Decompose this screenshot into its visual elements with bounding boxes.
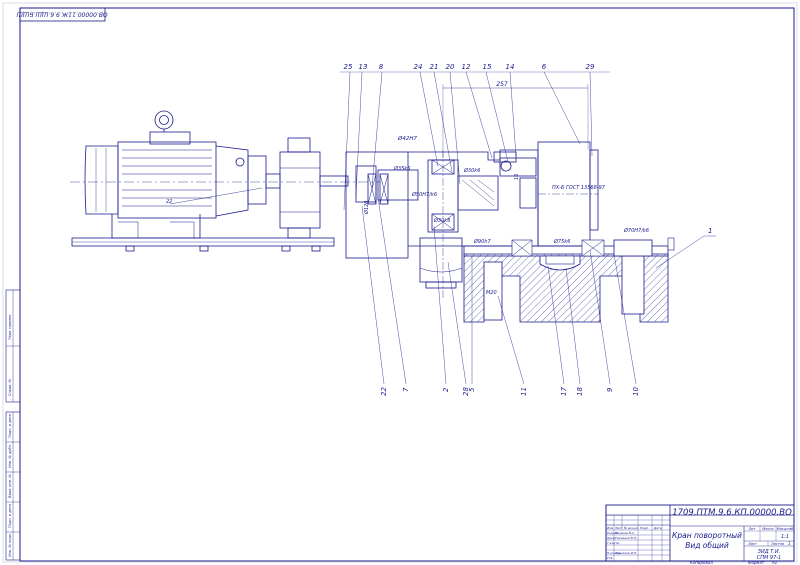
row-sign: Подп. [640, 526, 649, 530]
sheet-frame [2, 2, 798, 563]
sheets-value: 1 [788, 541, 791, 546]
role-tcontrol: Т.контр. [607, 541, 620, 545]
pos-24: 24 [414, 63, 423, 71]
col-mass: Масса [762, 527, 773, 531]
row-sheet: Лист [614, 526, 623, 530]
row-change: Изм [607, 526, 614, 530]
row-doc: № докум. [623, 526, 639, 530]
pos-12: 12 [462, 63, 471, 71]
row-date: Дата [653, 526, 662, 530]
strip-podp-data: Подп. и дата [8, 414, 12, 438]
pos-29: 29 [586, 63, 595, 71]
dim-90h7: Ø90h7 [473, 238, 491, 245]
drawing-number: 1709.ПТМ.9.6.КП.00000.ВО [672, 508, 792, 518]
dim-30k6-top: Ø30k6 [463, 167, 480, 174]
top-stamp-code: ОВ.00000.11Ж.9.6.ЩШ.БЩШ [16, 11, 108, 18]
sheet-label: Лист [747, 542, 758, 546]
footer-format-value: А1 [771, 560, 777, 565]
dim-42h7: Ø42H7 [397, 135, 417, 142]
sheets-label: Листов [770, 542, 784, 546]
pos-10: 10 [632, 387, 640, 396]
col-lit: Лит [748, 527, 757, 531]
strip-sprav: Справ. № [8, 379, 12, 396]
top-stamp: ОВ.00000.11Ж.9.6.ЩШ.БЩШ [16, 7, 108, 22]
dim-22: 22 [166, 199, 172, 205]
dim-50: Ø50H7/k6 [411, 191, 437, 198]
ncontrol-name: Завьялов И.Н. [615, 551, 637, 555]
pos-18: 18 [576, 387, 584, 396]
strip-perv: Перв. примен. [8, 314, 12, 340]
pos-21: 21 [430, 63, 439, 71]
dim-257-label: 257 [496, 81, 508, 88]
pos-25: 25 [344, 63, 353, 71]
drawing-title-1: Кран поворотный [672, 531, 742, 540]
pos-11: 11 [520, 387, 528, 396]
pos-22: 22 [380, 387, 388, 396]
strip-inv-dubl: Инв. № дубл. [8, 444, 12, 468]
dim-35k6: Ø35k6 [393, 165, 410, 172]
left-side-strip: Перв. примен. Справ. № Подп. и дата Инв.… [5, 289, 21, 561]
drawing-title-2: Вид общий [685, 541, 729, 550]
motor-assembly [71, 110, 349, 252]
check-name: Ткаченко В.Н. [615, 536, 637, 540]
footer-copied: Копировал [690, 560, 713, 565]
footer-format: Формат [748, 560, 765, 565]
pos-2: 2 [442, 387, 450, 392]
pos-20: 20 [446, 63, 455, 71]
leaders-right: 1 [655, 227, 716, 269]
dim-120: Ø120 [363, 201, 370, 215]
pos-17: 17 [560, 387, 568, 396]
strip-vzam-inv: Взам. инв. № [8, 474, 12, 498]
pos-6: 6 [542, 63, 547, 71]
pos-14: 14 [506, 63, 515, 71]
title-block-text: 1709.ПТМ.9.6.КП.00000.ВО Кран поворотный… [607, 508, 794, 561]
pos-13: 13 [359, 63, 368, 71]
dim-30k6: Ø30k6 [433, 217, 450, 224]
positions-bottom: 22 7 2 28 5 11 17 18 9 10 [380, 387, 640, 396]
base-plate [463, 237, 675, 323]
dim-75k6: Ø75k6 [553, 238, 570, 245]
pos-7: 7 [402, 387, 410, 392]
pos-9: 9 [606, 387, 614, 392]
dim-gost: ПХ-Б ГОСТ 13568-97 [552, 185, 606, 191]
pos-5: 5 [468, 387, 476, 392]
dim-16: 16 [514, 174, 520, 180]
strip-podp-data2: Подп. и дата [8, 504, 12, 528]
dev-name: Казаков В.А. [615, 531, 635, 535]
role-approve: Утв. [607, 556, 613, 560]
dim-m20: М20 [486, 290, 497, 296]
pos-15: 15 [483, 63, 492, 71]
dim-70h7: Ø70H7/k6 [623, 227, 649, 234]
pos-8: 8 [379, 63, 384, 71]
col-scale: Масштаб [777, 527, 794, 531]
drawing-sheet: ОВ.00000.11Ж.9.6.ЩШ.БЩШ Перв. примен. Сп… [2, 2, 798, 565]
strip-inv-podl: Инв. № подл. [8, 533, 12, 557]
positions-top: 25 13 8 24 21 20 12 15 14 6 29 [344, 63, 595, 71]
scale-value: 1:1 [781, 534, 789, 540]
pos-1: 1 [708, 227, 712, 235]
